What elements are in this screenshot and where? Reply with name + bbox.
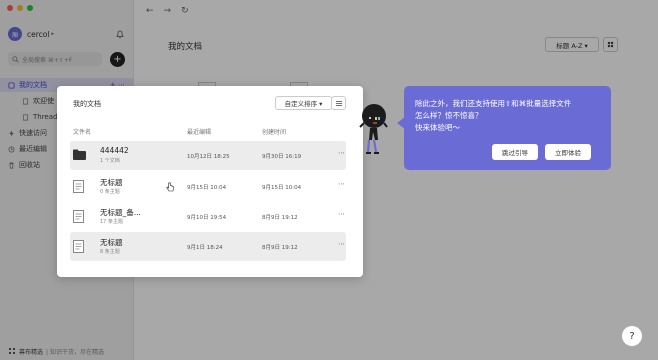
more-icon[interactable]: ⋯ [338,180,345,188]
row-created: 9月15日 10:04 [262,185,302,191]
row-count: 1 个文档 [100,158,120,164]
guide-popover: 除此之外，我们还支持使用⇧和⌘批量选择文件 怎么样？惊不惊喜？ 快来体验吧～ 跳… [404,86,611,170]
row-name: 444442 [100,146,129,155]
row-name: 无标题 [100,238,123,247]
document-icon [73,240,84,253]
help-button[interactable]: ? [622,326,642,346]
more-icon[interactable]: ⋯ [338,210,345,218]
mascot-icon [359,104,388,154]
row-edited: 9月10日 19:54 [187,215,227,221]
row-name: 无标题_备... [100,208,141,217]
table-row[interactable]: 无标题 0 条主题 9月15日 10:04 9月15日 10:04 ⋯ [70,172,346,201]
row-edited: 9月1日 18:24 [187,245,223,251]
column-header-name: 文件名 [73,129,92,136]
menu-icon [335,100,342,106]
custom-sort-button[interactable]: 自定义排序 ▾ [275,96,332,110]
guide-line: 快来体验吧～ [415,123,460,132]
row-created: 8月9日 19:12 [262,245,298,251]
list-view-button[interactable] [331,96,346,110]
row-count: 17 条主题 [100,219,123,225]
row-created: 9月30日 16:19 [262,154,302,160]
guide-line: 除此之外，我们还支持使用⇧和⌘批量选择文件 [415,99,572,108]
document-icon [73,180,84,193]
dialog-title: 我的文档 [73,100,101,108]
document-icon [73,210,84,223]
row-count: 8 条主题 [100,249,120,255]
column-header-edited: 最近编辑 [187,129,212,136]
skip-guide-button[interactable]: 跳过引导 [492,144,538,160]
folder-icon [73,149,86,160]
table-row[interactable]: 444442 1 个文档 10月12日 18:25 9月30日 16:19 ⋯ [70,141,346,170]
row-edited: 10月12日 18:25 [187,154,230,160]
row-count: 0 条主题 [100,189,120,195]
row-edited: 9月15日 10:04 [187,185,227,191]
more-icon[interactable]: ⋯ [338,149,345,157]
guide-text: 除此之外，我们还支持使用⇧和⌘批量选择文件 怎么样？惊不惊喜？ 快来体验吧～ [415,98,571,134]
my-docs-dialog: 我的文档 自定义排序 ▾ 文件名 最近编辑 创建时间 444442 1 个文档 … [57,86,363,277]
row-created: 8月9日 19:12 [262,215,298,221]
more-icon[interactable]: ⋯ [338,240,345,248]
table-row[interactable]: 无标题_备... 17 条主题 9月10日 19:54 8月9日 19:12 ⋯ [70,202,346,231]
table-row[interactable]: 无标题 8 条主题 9月1日 18:24 8月9日 19:12 ⋯ [70,232,346,261]
row-name: 无标题 [100,178,123,187]
hand-cursor-icon [166,182,174,192]
try-now-button[interactable]: 立即体验 [545,144,591,160]
guide-line: 怎么样？惊不惊喜？ [415,111,483,120]
column-header-created: 创建时间 [262,129,287,136]
